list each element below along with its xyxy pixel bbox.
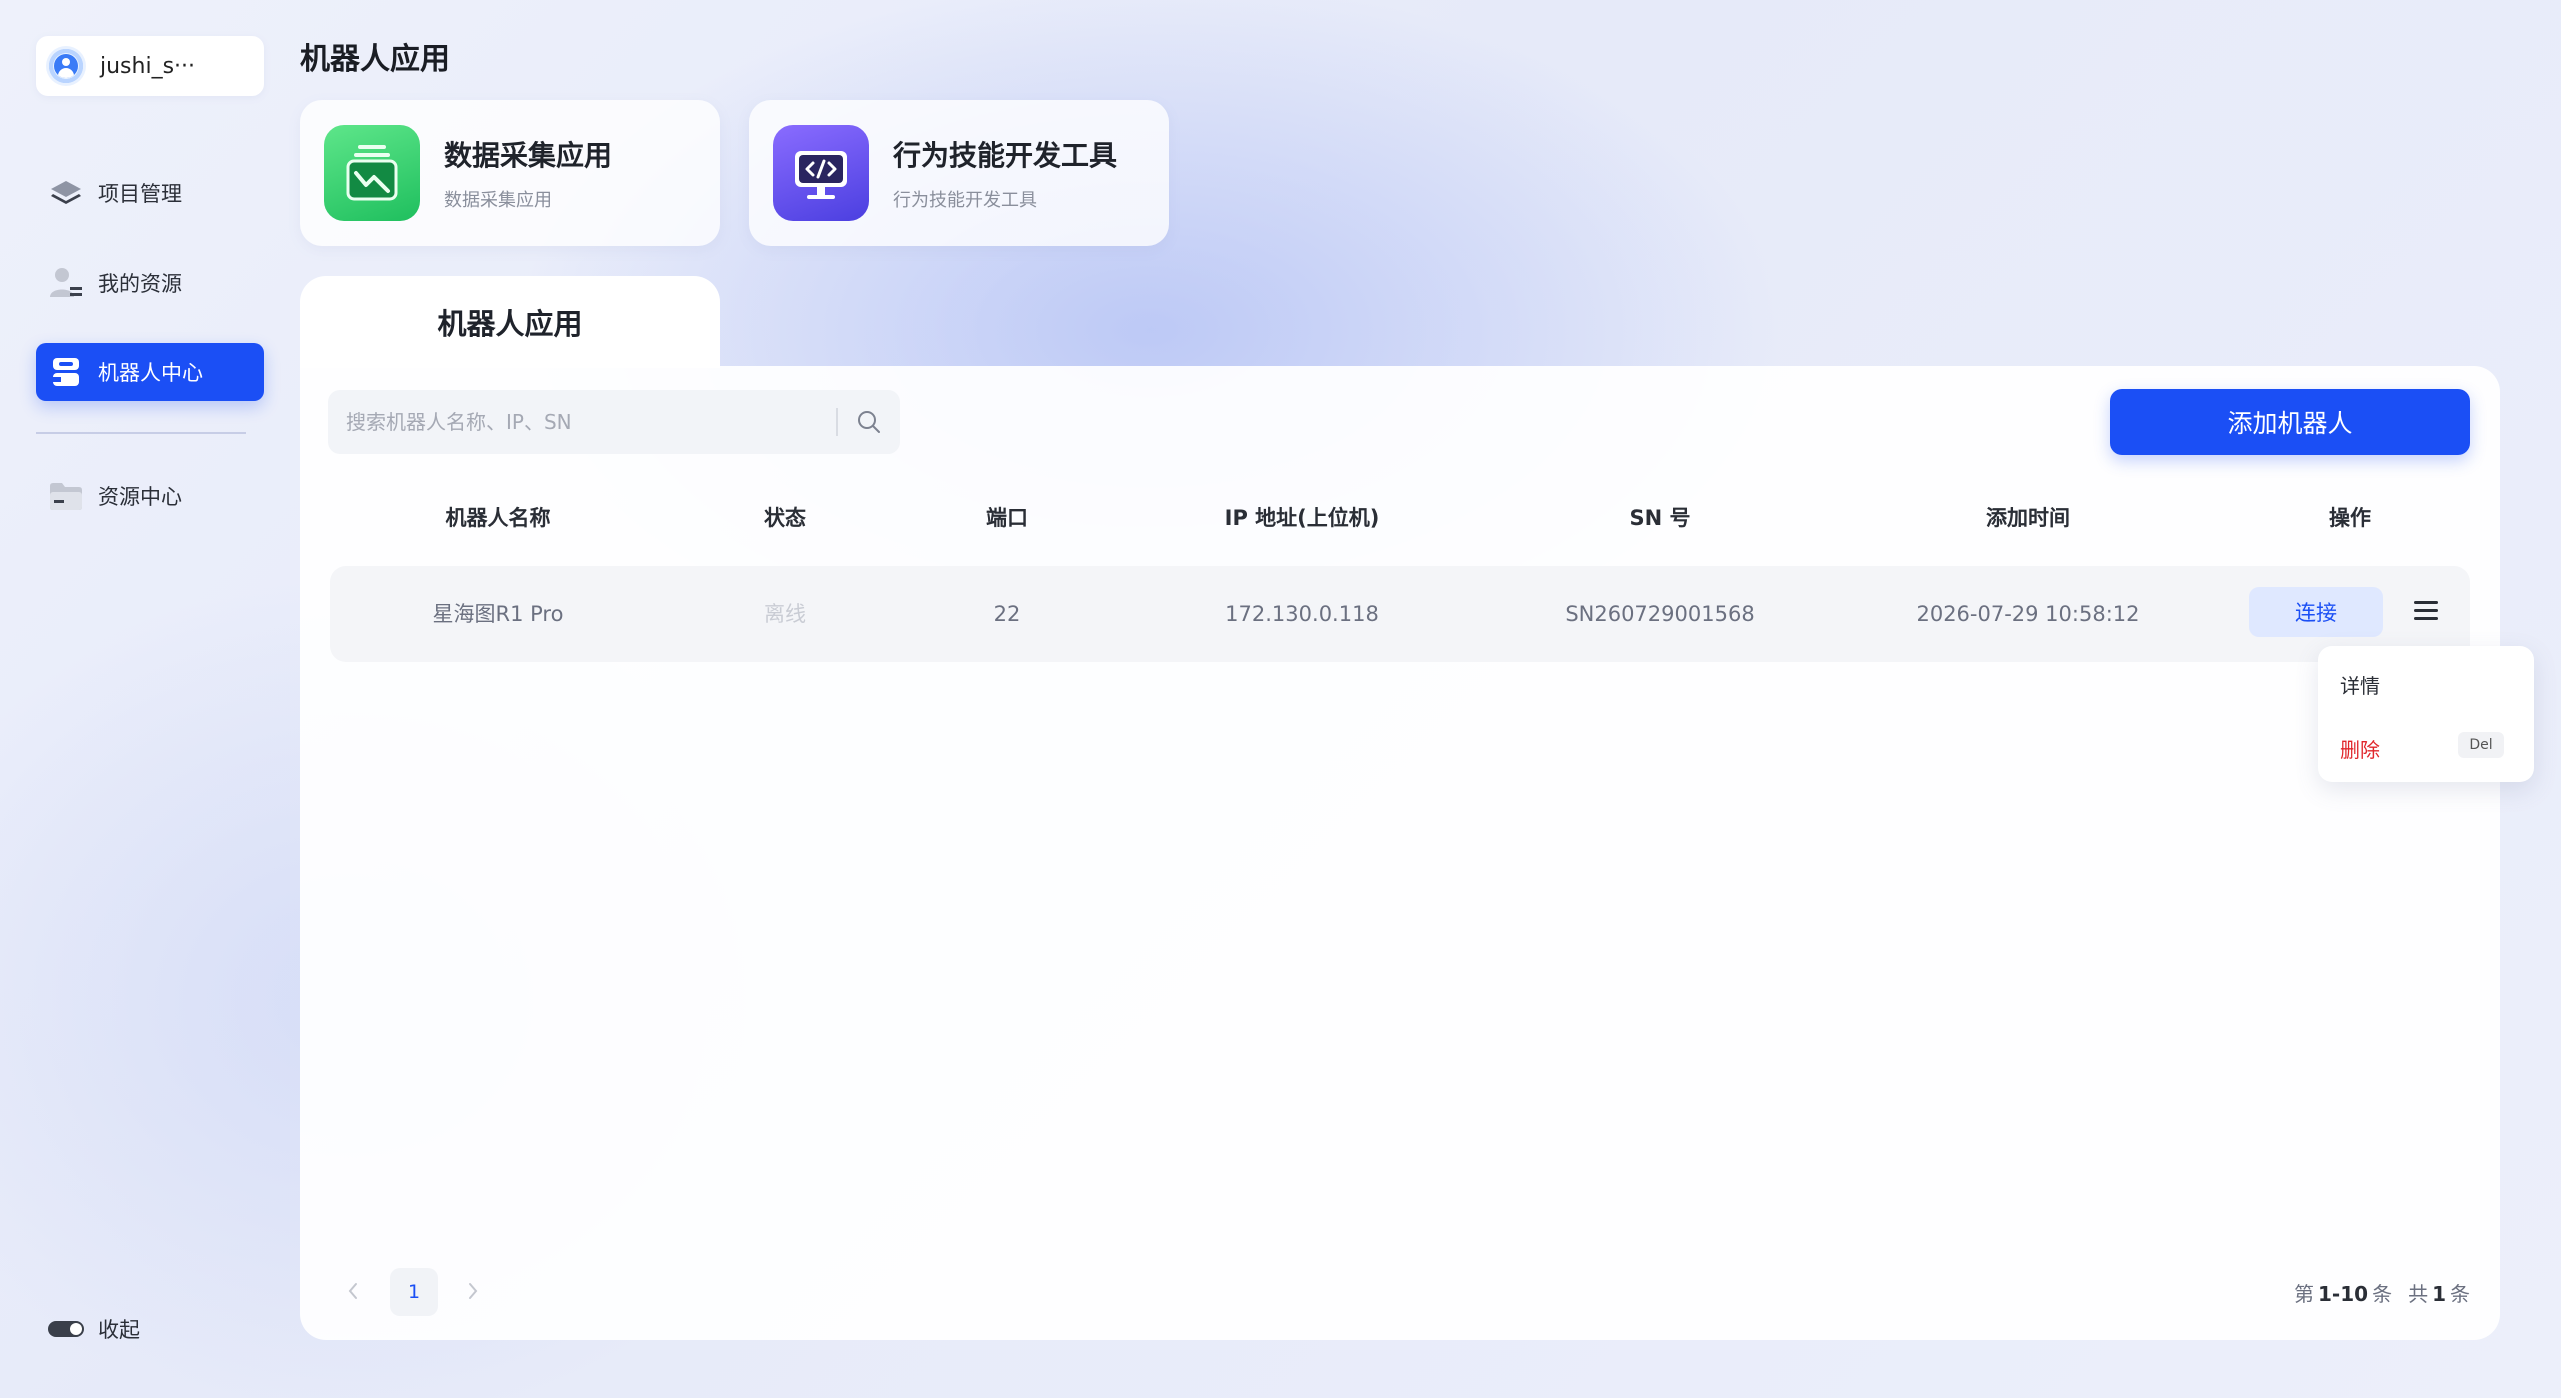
app-title: 数据采集应用 [444,139,613,172]
port-value: 22 [993,602,1021,626]
code-monitor-icon [773,125,869,221]
sidebar-item-my-resources[interactable]: 我的资源 [36,254,264,312]
menu-icon [2412,598,2440,626]
app-subtitle: 行为技能开发工具 [893,190,1037,211]
robot-name: 星海图R1 Pro [432,602,564,626]
app-card-skill-dev-tool[interactable]: 行为技能开发工具 行为技能开发工具 [749,100,1169,246]
user-name: jushi_s··· [100,53,196,79]
column-header-port: 端口 [986,506,1028,530]
total-prefix: 共 [2408,1282,2429,1306]
folder-icon [48,478,84,514]
sidebar-item-label: 机器人中心 [98,361,203,385]
column-header-sn: SN 号 [1629,506,1691,530]
sidebar-divider [36,432,246,434]
user-chip[interactable]: jushi_s··· [36,36,264,96]
menu-item-delete[interactable]: 删除 [2340,734,2380,763]
next-page-button[interactable] [456,1276,490,1310]
robot-icon [48,354,84,390]
sn-number: SN260729001568 [1565,602,1755,626]
toggle-icon [48,1321,84,1337]
ip-address: 172.130.0.118 [1225,602,1379,626]
range-value: 1-10 [2318,1282,2369,1306]
sidebar-item-robot-center[interactable]: 机器人中心 [36,343,264,401]
row-action-menu: 详情 删除 Del [2318,646,2534,782]
app-subtitle: 数据采集应用 [444,190,552,211]
more-menu-button[interactable] [2404,590,2448,634]
pagination-info: 第 1-10 条 共 1 条 [2294,1278,2470,1307]
sidebar-item-label: 项目管理 [98,182,182,206]
chevron-right-icon [467,1281,479,1306]
app-title: 行为技能开发工具 [893,139,1118,172]
menu-item-details[interactable]: 详情 [2340,670,2380,699]
prev-page-button[interactable] [336,1276,370,1310]
user-resource-icon [48,265,84,301]
search-input[interactable] [328,409,836,435]
sidebar-item-projects[interactable]: 项目管理 [36,164,264,222]
collapse-label: 收起 [98,1318,140,1342]
collapse-button[interactable]: 收起 [48,1314,140,1344]
range-suffix: 条 [2372,1282,2393,1306]
tab-robot-apps[interactable]: 机器人应用 [300,276,720,368]
search-box [328,390,900,454]
data-collection-icon [324,125,420,221]
avatar [46,46,86,86]
sidebar-item-resource-center[interactable]: 资源中心 [36,467,264,525]
column-header-status: 状态 [764,506,806,530]
added-time: 2026-07-29 10:58:12 [1916,602,2140,626]
column-header-ip: IP 地址(上位机) [1224,506,1380,530]
delete-shortcut-badge: Del [2458,732,2504,758]
column-header-name: 机器人名称 [445,506,551,530]
sidebar-item-label: 我的资源 [98,272,182,296]
add-robot-button[interactable]: 添加机器人 [2110,389,2470,455]
connect-button[interactable]: 连接 [2249,587,2383,637]
app-card-data-collection[interactable]: 数据采集应用 数据采集应用 [300,100,720,246]
column-header-added-time: 添加时间 [1986,506,2070,530]
layers-icon [48,175,84,211]
total-value: 1 [2432,1282,2446,1306]
page-number-current[interactable]: 1 [390,1268,438,1316]
total-suffix: 条 [2450,1282,2470,1306]
search-icon[interactable] [838,409,900,435]
page-title: 机器人应用 [300,42,450,77]
status-text: 离线 [764,602,806,626]
chevron-left-icon [347,1281,359,1306]
sidebar-item-label: 资源中心 [98,485,182,509]
column-header-actions: 操作 [2329,506,2371,530]
range-prefix: 第 [2294,1282,2315,1306]
